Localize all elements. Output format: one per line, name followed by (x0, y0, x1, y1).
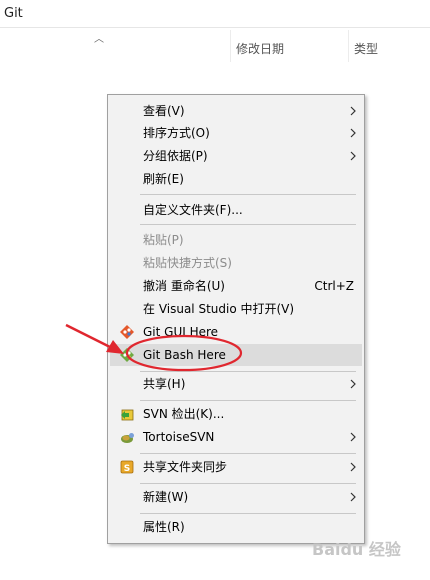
menu-separator (140, 453, 356, 454)
menu-item-label: TortoiseSVN (143, 430, 215, 444)
menu-item-label: 粘贴(P) (143, 233, 184, 247)
menu-item-shared-folder-sync[interactable]: S 共享文件夹同步 (110, 456, 362, 478)
menu-item-label: Git GUI Here (143, 325, 219, 339)
menu-item-paste-shortcut[interactable]: 粘贴快捷方式(S) (110, 252, 362, 274)
menu-separator (140, 371, 356, 372)
git-gui-icon (120, 325, 134, 339)
menu-item-label: 属性(R) (143, 520, 185, 534)
menu-separator (140, 513, 356, 514)
chevron-right-icon (350, 462, 356, 472)
menu-item-label: 共享文件夹同步 (143, 460, 228, 474)
menu-item-view[interactable]: 查看(V) (110, 100, 362, 122)
menu-item-new[interactable]: 新建(W) (110, 486, 362, 508)
menu-item-label: 刷新(E) (143, 172, 184, 186)
menu-separator (140, 194, 356, 195)
column-divider (348, 30, 349, 62)
menu-item-label: 分组依据(P) (143, 149, 208, 163)
menu-item-label: 在 Visual Studio 中打开(V) (143, 302, 295, 316)
menu-item-label: 查看(V) (143, 104, 185, 118)
annotation-arrow-icon (65, 323, 113, 350)
menu-separator (140, 483, 356, 484)
menu-item-share[interactable]: 共享(H) (110, 373, 362, 395)
menu-item-git-bash-here[interactable]: Git Bash Here (110, 344, 362, 366)
menu-item-customize-folder[interactable]: 自定义文件夹(F)... (110, 199, 362, 221)
column-divider (230, 30, 231, 62)
column-header-type[interactable]: 类型 (354, 40, 378, 57)
chevron-right-icon (350, 379, 356, 389)
folder-sync-icon: S (120, 460, 134, 474)
context-menu: 查看(V) 排序方式(O) 分组依据(P) 刷新(E) 自定义文件夹(F)...… (107, 94, 365, 544)
menu-separator (140, 400, 356, 401)
chevron-right-icon (350, 128, 356, 138)
menu-item-label: 撤消 重命名(U) (143, 279, 225, 293)
chevron-right-icon (350, 151, 356, 161)
menu-item-sort-by[interactable]: 排序方式(O) (110, 122, 362, 144)
menu-item-label: 排序方式(O) (143, 126, 210, 140)
chevron-right-icon (350, 492, 356, 502)
menu-item-refresh[interactable]: 刷新(E) (110, 168, 362, 190)
chevron-right-icon (350, 106, 356, 116)
chevron-right-icon (350, 432, 356, 442)
tortoisesvn-icon (121, 433, 134, 443)
menu-item-label: 共享(H) (143, 377, 186, 391)
menu-item-git-gui-here[interactable]: Git GUI Here (110, 321, 362, 343)
menu-item-label: 新建(W) (143, 490, 189, 504)
folder-title: Git (4, 6, 23, 21)
sort-caret-icon[interactable]: ︿ (94, 30, 104, 45)
menu-item-shortcut: Ctrl+Z (314, 279, 354, 293)
column-header-modified[interactable]: 修改日期 (236, 40, 284, 57)
menu-item-svn-checkout[interactable]: SVN 检出(K)... (110, 403, 362, 425)
menu-item-group-by[interactable]: 分组依据(P) (110, 145, 362, 167)
svg-text:S: S (124, 464, 130, 474)
git-bash-icon (120, 348, 134, 362)
menu-item-open-in-visual-studio[interactable]: 在 Visual Studio 中打开(V) (110, 298, 362, 320)
menu-item-tortoisesvn[interactable]: TortoiseSVN (110, 426, 362, 448)
menu-item-label: 自定义文件夹(F)... (143, 203, 243, 217)
folder-titlebar: Git (0, 0, 430, 28)
menu-item-label: 粘贴快捷方式(S) (143, 256, 232, 270)
menu-item-undo-rename[interactable]: 撤消 重命名(U) Ctrl+Z (110, 275, 362, 297)
svn-checkout-icon (121, 409, 134, 421)
watermark: Baidu 经验 (312, 540, 401, 559)
menu-separator (140, 224, 356, 225)
menu-item-paste[interactable]: 粘贴(P) (110, 229, 362, 251)
menu-item-label: Git Bash Here (143, 348, 226, 362)
menu-item-label: SVN 检出(K)... (143, 407, 225, 421)
menu-item-properties[interactable]: 属性(R) (110, 516, 362, 538)
